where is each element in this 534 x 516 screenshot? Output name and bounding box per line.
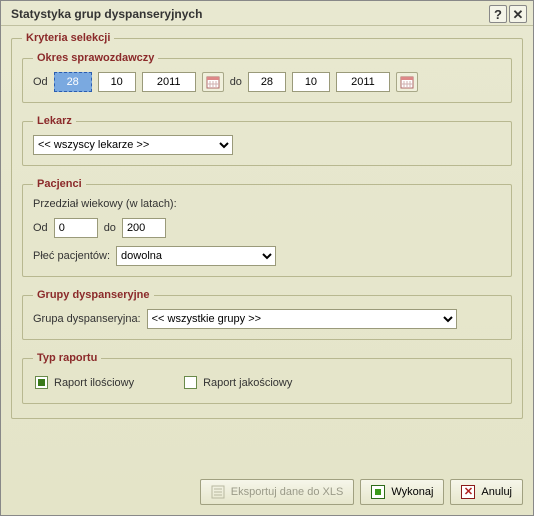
groups-legend: Grupy dyspanseryjne xyxy=(33,289,154,301)
cancel-button[interactable]: ✕ Anuluj xyxy=(450,479,523,505)
titlebar: Statystyka grup dyspanseryjnych ? ✕ xyxy=(1,1,533,26)
gender-select[interactable]: dowolna xyxy=(116,246,276,266)
run-icon xyxy=(371,485,385,499)
doctor-legend: Lekarz xyxy=(33,115,76,127)
criteria-legend: Kryteria selekcji xyxy=(22,32,114,44)
period-from-month[interactable] xyxy=(98,72,136,92)
period-to-day[interactable] xyxy=(248,72,286,92)
age-from-label: Od xyxy=(33,222,48,234)
report-type-legend: Typ raportu xyxy=(33,352,101,364)
age-from-input[interactable] xyxy=(54,218,98,238)
period-fieldset: Okres sprawozdawczy Od 28 do xyxy=(22,52,512,103)
help-button[interactable]: ? xyxy=(489,5,507,23)
gender-label: Płeć pacjentów: xyxy=(33,250,110,262)
export-xls-button: Eksportuj dane do XLS xyxy=(200,479,355,505)
calendar-icon xyxy=(400,75,414,89)
export-icon xyxy=(211,485,225,499)
checkbox-icon xyxy=(184,376,197,389)
report-qualitative-checkbox[interactable]: Raport jakościowy xyxy=(184,376,292,389)
period-from-day[interactable]: 28 xyxy=(54,72,92,92)
doctor-fieldset: Lekarz << wszyscy lekarze >> xyxy=(22,115,512,166)
cancel-icon: ✕ xyxy=(461,485,475,499)
period-to-calendar-button[interactable] xyxy=(396,72,418,92)
period-to-month[interactable] xyxy=(292,72,330,92)
age-to-input[interactable] xyxy=(122,218,166,238)
period-to-year[interactable] xyxy=(336,72,390,92)
close-button[interactable]: ✕ xyxy=(509,5,527,23)
window-title: Statystyka grup dyspanseryjnych xyxy=(11,7,487,21)
period-row: Od 28 do xyxy=(33,72,501,92)
age-to-label: do xyxy=(104,222,116,234)
period-from-year[interactable] xyxy=(142,72,196,92)
cancel-label: Anuluj xyxy=(481,486,512,498)
criteria-fieldset: Kryteria selekcji Okres sprawozdawczy Od… xyxy=(11,32,523,419)
report-quantitative-label: Raport ilościowy xyxy=(54,377,134,389)
dialog-body: Kryteria selekcji Okres sprawozdawczy Od… xyxy=(1,26,533,437)
doctor-select[interactable]: << wszyscy lekarze >> xyxy=(33,135,233,155)
checkbox-icon xyxy=(35,376,48,389)
dialog-footer: Eksportuj dane do XLS Wykonaj ✕ Anuluj xyxy=(1,471,533,515)
patients-legend: Pacjenci xyxy=(33,178,86,190)
export-xls-label: Eksportuj dane do XLS xyxy=(231,486,344,498)
report-qualitative-label: Raport jakościowy xyxy=(203,377,292,389)
period-from-calendar-button[interactable] xyxy=(202,72,224,92)
dialog-window: Statystyka grup dyspanseryjnych ? ✕ Kryt… xyxy=(0,0,534,516)
report-type-fieldset: Typ raportu Raport ilościowy Raport jako… xyxy=(22,352,512,404)
age-range-label: Przedział wiekowy (w latach): xyxy=(33,198,177,210)
run-label: Wykonaj xyxy=(391,486,433,498)
period-legend: Okres sprawozdawczy xyxy=(33,52,158,64)
period-to-label: do xyxy=(230,76,242,88)
calendar-icon xyxy=(206,75,220,89)
groups-fieldset: Grupy dyspanseryjne Grupa dyspanseryjna:… xyxy=(22,289,512,340)
period-from-label: Od xyxy=(33,76,48,88)
group-select[interactable]: << wszystkie grupy >> xyxy=(147,309,457,329)
report-quantitative-checkbox[interactable]: Raport ilościowy xyxy=(35,376,134,389)
patients-fieldset: Pacjenci Przedział wiekowy (w latach): O… xyxy=(22,178,512,277)
run-button[interactable]: Wykonaj xyxy=(360,479,444,505)
group-label: Grupa dyspanseryjna: xyxy=(33,313,141,325)
